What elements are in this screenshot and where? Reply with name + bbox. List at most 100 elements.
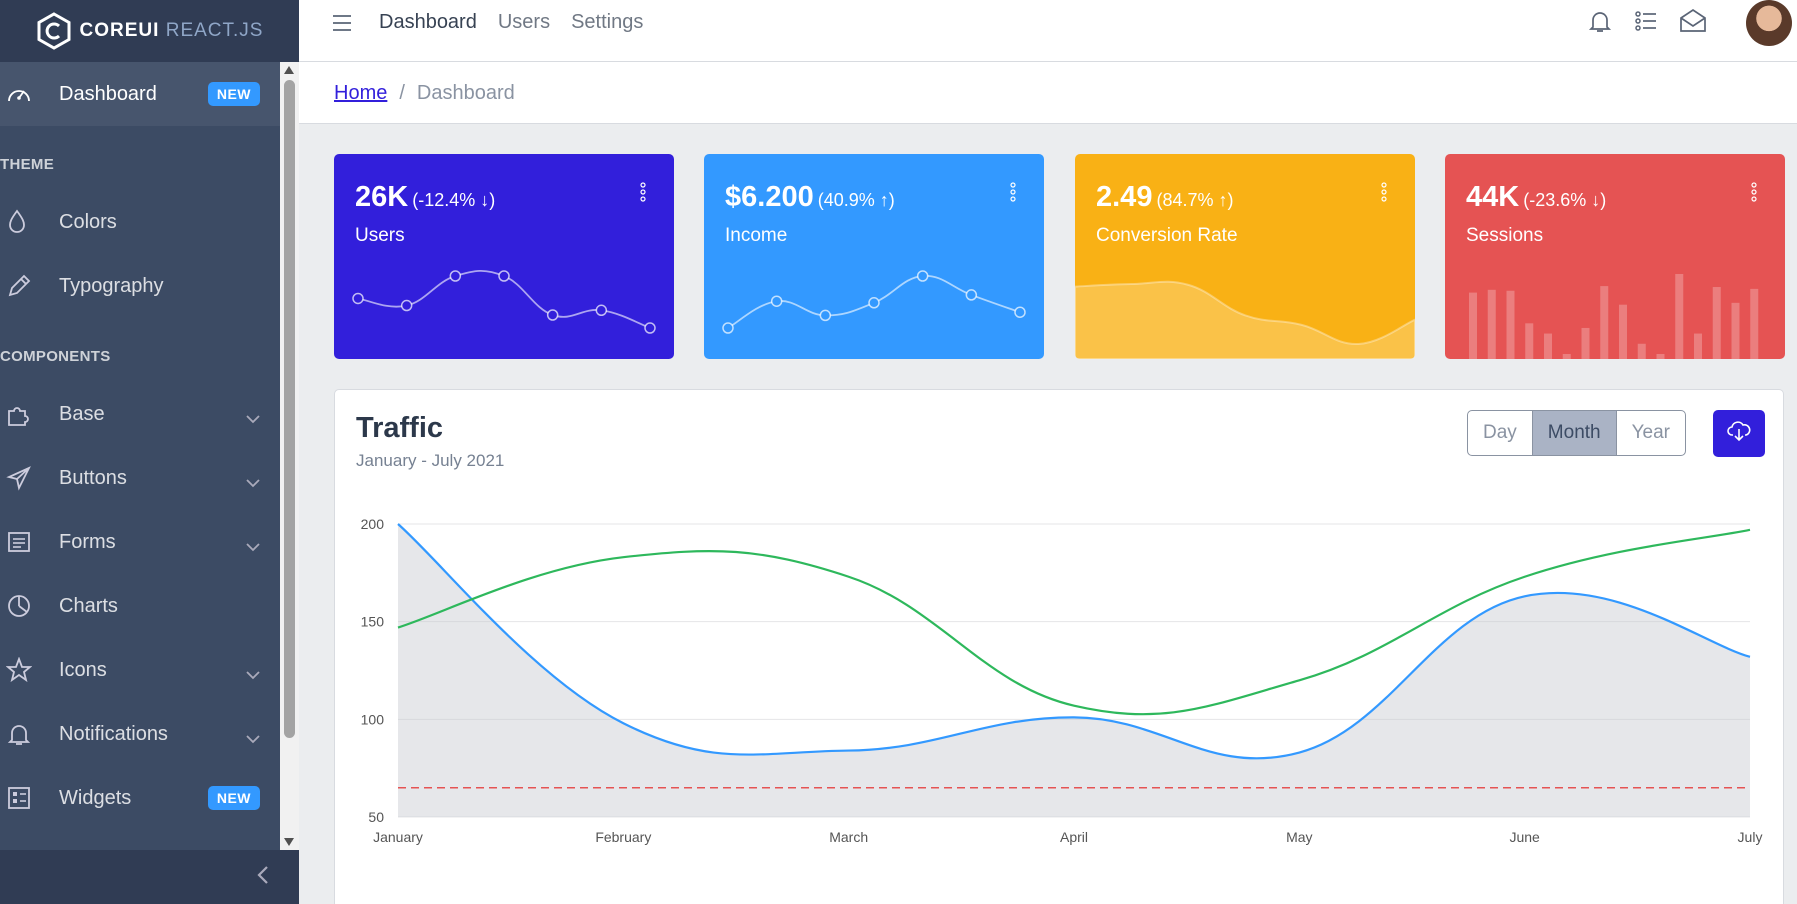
chevron-down-icon: [246, 407, 260, 430]
drop-icon: [0, 209, 59, 235]
widget-point: [644, 322, 656, 334]
y-tick-label: 100: [361, 711, 385, 727]
widget-point: [498, 270, 510, 282]
traffic-card: Traffic January - July 2021 Day Month Ye…: [334, 389, 1784, 904]
widget-value: 26K (-12.4% ↓): [355, 181, 495, 214]
widget-sessions-chart: [1469, 274, 1759, 359]
header-nav-users[interactable]: Users: [498, 11, 550, 34]
widget-label: Conversion Rate: [1096, 225, 1238, 246]
brand-name-bold: COREUI: [79, 20, 160, 41]
widget-bar: [1562, 354, 1571, 359]
widget-change: (-23.6% ↓): [1523, 190, 1607, 210]
more-vertical-icon[interactable]: [1381, 182, 1387, 207]
pencil-icon: [0, 273, 59, 299]
header-nav-dashboard[interactable]: Dashboard: [379, 11, 477, 34]
nav-title-theme: THEME: [0, 155, 54, 173]
widget-conversion-rate: 2.49 (84.7% ↑) Conversion Rate: [1075, 154, 1415, 359]
widget-point: [400, 299, 413, 312]
bell-icon: [0, 721, 59, 747]
widget-bar: [1712, 287, 1721, 359]
widget-label: Income: [725, 225, 788, 246]
sidebar-item-icons[interactable]: Icons: [0, 638, 280, 702]
breadcrumb: Home / Dashboard: [334, 82, 515, 105]
sidebar-item-dashboard[interactable]: Dashboard NEW: [0, 62, 280, 126]
scroll-thumb[interactable]: [284, 80, 295, 738]
widget-income: $6.200 (40.9% ↑) Income: [704, 154, 1044, 359]
brand-text: COREUI REACT.JS: [80, 20, 264, 42]
widget-label: Users: [355, 225, 405, 246]
header-nav: Dashboard Users Settings: [379, 11, 643, 34]
month-button[interactable]: Month: [1532, 411, 1617, 455]
nav-title-components: COMPONENTS: [0, 347, 111, 365]
widget-point: [770, 295, 783, 307]
coreui-logo-icon: [36, 12, 72, 50]
year-button[interactable]: Year: [1617, 411, 1685, 455]
widget-bar: [1694, 333, 1702, 359]
x-tick-label: March: [829, 829, 868, 845]
more-vertical-icon[interactable]: [640, 182, 646, 207]
sidebar-item-label: Typography: [59, 274, 164, 297]
more-vertical-icon[interactable]: [1751, 182, 1757, 207]
menu-toggle-icon[interactable]: [332, 12, 352, 39]
widget-users: 26K (-12.4% ↓) Users: [334, 154, 674, 359]
sidebar-item-notifications[interactable]: Notifications: [0, 702, 280, 766]
envelope-open-icon[interactable]: [1679, 8, 1707, 39]
more-vertical-icon[interactable]: [1010, 182, 1016, 207]
widget-label: Sessions: [1466, 225, 1544, 246]
widget-bar: [1487, 289, 1496, 359]
traffic-chart: 50 100 150 200 January February March April May J…: [361, 516, 1763, 845]
scroll-up-arrow-icon[interactable]: [284, 66, 294, 74]
x-tick-label: May: [1286, 829, 1312, 845]
traffic-title: Traffic: [356, 412, 444, 444]
task-list-icon[interactable]: [1633, 8, 1659, 39]
header-icons: [1587, 8, 1707, 39]
widget-area: [1075, 280, 1415, 359]
widget-point: [819, 309, 832, 322]
day-button[interactable]: Day: [1468, 411, 1533, 455]
sidebar-scrollbar[interactable]: [280, 62, 299, 850]
puzzle-icon: [0, 401, 59, 427]
widget-point: [916, 270, 929, 282]
widget-bar: [1600, 286, 1609, 359]
breadcrumb-home-link[interactable]: Home: [334, 82, 387, 105]
widget-bar: [1675, 274, 1684, 359]
header: Dashboard Users Settings Home / Dashboar…: [299, 0, 1797, 124]
y-tick-label: 150: [361, 614, 385, 630]
star-icon: [0, 657, 59, 683]
widget-change: (-12.4% ↓): [412, 190, 496, 210]
download-button[interactable]: [1713, 410, 1765, 457]
widget-bar: [1731, 302, 1740, 359]
sidebar-item-colors[interactable]: Colors: [0, 190, 280, 254]
chevron-left-icon: [257, 865, 269, 890]
traffic-subtitle: January - July 2021: [356, 451, 505, 470]
sidebar-item-typography[interactable]: Typography: [0, 254, 280, 318]
sidebar-toggler[interactable]: [0, 850, 299, 904]
widget-point: [965, 289, 978, 301]
sidebar-nav: Dashboard NEW THEME Colors Typography CO…: [0, 62, 280, 850]
avatar[interactable]: [1746, 0, 1792, 46]
scroll-down-arrow-icon[interactable]: [284, 838, 294, 846]
widget-income-chart: [722, 270, 1026, 334]
sidebar-item-label: Charts: [59, 594, 118, 617]
widget-value-number: 2.49: [1096, 181, 1153, 213]
bell-icon[interactable]: [1587, 8, 1613, 39]
header-nav-settings[interactable]: Settings: [571, 11, 643, 34]
new-badge: NEW: [207, 82, 260, 106]
sidebar-item-base[interactable]: Base: [0, 382, 280, 446]
widget-conversion-chart: [1075, 280, 1415, 359]
chevron-down-icon: [246, 471, 260, 494]
sidebar-item-buttons[interactable]: Buttons: [0, 446, 280, 510]
widget-bar: [1506, 290, 1515, 359]
sidebar-item-forms[interactable]: Forms: [0, 510, 280, 574]
y-tick-label: 200: [361, 516, 385, 532]
sidebar-item-widgets[interactable]: Widgets NEW: [0, 766, 280, 830]
sidebar-item-charts[interactable]: Charts: [0, 574, 280, 638]
brand-name-light: REACT.JS: [165, 20, 264, 41]
breadcrumb-separator: /: [399, 82, 405, 104]
sidebar: COREUI REACT.JS Dashboard NEW THEME Colo…: [0, 0, 299, 904]
brand[interactable]: COREUI REACT.JS: [0, 0, 299, 62]
chevron-down-icon: [246, 727, 260, 750]
widget-bar: [1581, 327, 1590, 359]
widget-bar: [1525, 323, 1534, 359]
x-tick-label: April: [1060, 829, 1088, 845]
